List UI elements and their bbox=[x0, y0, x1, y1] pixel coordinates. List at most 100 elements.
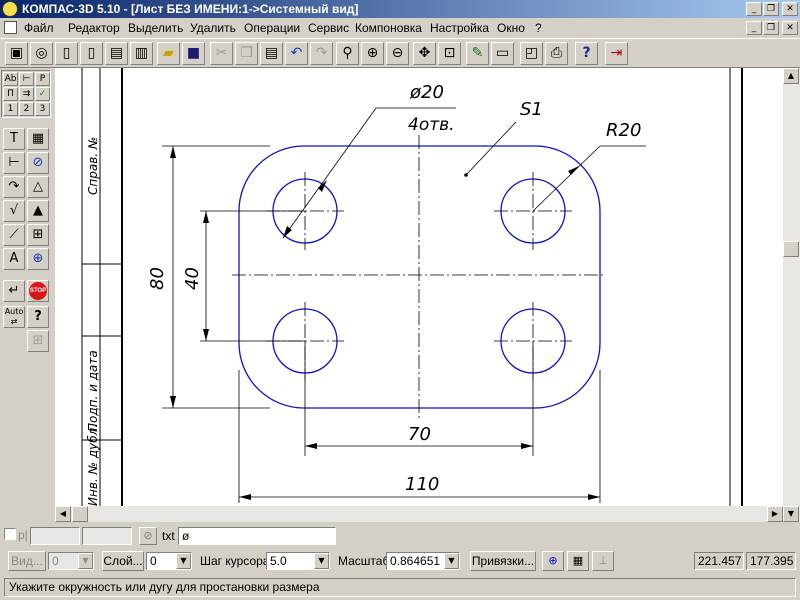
palette-tab-pi[interactable]: П bbox=[3, 87, 18, 101]
redo-icon[interactable]: ↷ bbox=[310, 42, 333, 65]
pan-icon[interactable]: ✥ bbox=[413, 42, 436, 65]
scroll-left-icon[interactable]: ◀ bbox=[55, 506, 71, 522]
doc-minimize-button[interactable]: _ bbox=[746, 21, 762, 35]
linear-dim-icon[interactable]: ⊢ bbox=[3, 152, 25, 174]
save-icon[interactable]: ■ bbox=[182, 42, 205, 65]
zoom-in-icon[interactable]: ⊕ bbox=[361, 42, 384, 65]
menu-settings[interactable]: Настройка bbox=[430, 21, 489, 35]
menu-window[interactable]: Окно bbox=[497, 21, 525, 35]
table-tool-icon[interactable]: ▦ bbox=[27, 128, 49, 150]
new-document-icon[interactable]: ▯ bbox=[55, 42, 78, 65]
help-icon[interactable]: ? bbox=[575, 42, 598, 65]
menu-operations[interactable]: Операции bbox=[244, 21, 300, 35]
document-menu-icon[interactable] bbox=[4, 21, 17, 34]
view-dropdown-icon[interactable]: ▼ bbox=[78, 553, 93, 569]
palette-tab-text[interactable]: Ab bbox=[3, 72, 18, 86]
layers-icon[interactable]: ▭ bbox=[491, 42, 514, 65]
minimize-button[interactable]: _ bbox=[746, 2, 762, 16]
grid-icon[interactable]: ▦ bbox=[567, 551, 589, 571]
new-text-icon[interactable]: ▯ bbox=[80, 42, 103, 65]
menu-edit[interactable]: Редактор bbox=[68, 21, 120, 35]
snaps-button[interactable]: Привязки... bbox=[470, 551, 536, 571]
menu-service[interactable]: Сервис bbox=[308, 21, 349, 35]
menu-layout[interactable]: Компоновка bbox=[355, 21, 422, 35]
cut-icon[interactable]: ✂ bbox=[210, 42, 233, 65]
context-help-icon[interactable]: ? bbox=[27, 306, 49, 328]
layer-dropdown-icon[interactable]: ▼ bbox=[176, 553, 191, 569]
palette-tab-dimensions-icon[interactable]: ⊢ bbox=[19, 72, 34, 86]
horizontal-scroll-thumb[interactable] bbox=[72, 506, 88, 522]
drawing-area[interactable]: Справ. № Подп. и дата Инв. № дубл. ø20 4… bbox=[55, 68, 783, 506]
palette-tab-3[interactable]: 3 bbox=[35, 102, 50, 116]
new-spec-icon[interactable]: ▥ bbox=[130, 42, 153, 65]
close-button[interactable]: ✕ bbox=[782, 2, 798, 16]
palette-tab-p[interactable]: P bbox=[35, 72, 50, 86]
print-preview-icon[interactable]: ◰ bbox=[520, 42, 543, 65]
zoom-window-icon[interactable]: ⚲ bbox=[336, 42, 359, 65]
ortho-mode-icon[interactable]: ⊕ bbox=[542, 551, 564, 571]
menu-delete[interactable]: Удалить bbox=[190, 21, 236, 35]
vertical-scrollbar[interactable]: ▲ ▼ bbox=[783, 68, 800, 522]
dim-label-holes: 4отв. bbox=[408, 115, 455, 135]
view-button[interactable]: Вид... bbox=[8, 551, 46, 571]
text-tool-icon[interactable]: T bbox=[3, 128, 25, 150]
tolerance-icon[interactable]: ⊞ bbox=[27, 224, 49, 246]
exit-icon[interactable]: ⇥ bbox=[605, 42, 628, 65]
main-toolbar: ▣ ◎ ▯ ▯ ▤ ▥ ▰ ■ ✂ ❐ ▤ ↶ ↷ ⚲ ⊕ ⊖ ✥ ⊡ ✎ ▭ … bbox=[0, 38, 800, 68]
palette-tab-2[interactable]: 2 bbox=[19, 102, 34, 116]
scroll-right-icon[interactable]: ▶ bbox=[767, 506, 783, 522]
status-bar: Укажите окружность или дугу для простано… bbox=[0, 576, 800, 600]
zoom-all-icon[interactable]: ⊡ bbox=[438, 42, 461, 65]
palette-tab-1[interactable]: 1 bbox=[3, 102, 18, 116]
leader-icon[interactable]: ⟋ bbox=[3, 224, 25, 246]
auto-create-icon[interactable]: Auto ⇄ bbox=[3, 306, 25, 328]
menu-help[interactable]: ? bbox=[535, 21, 542, 35]
scale-dropdown-icon[interactable]: ▼ bbox=[444, 553, 459, 569]
open-icon[interactable]: ▰ bbox=[157, 42, 180, 65]
doc-close-button[interactable]: ✕ bbox=[782, 21, 798, 35]
new-text-doc-icon[interactable]: ▤ bbox=[105, 42, 128, 65]
vertical-scroll-thumb[interactable] bbox=[783, 241, 799, 257]
radial-dim-icon[interactable]: ↷ bbox=[3, 176, 25, 198]
copy-icon[interactable]: ❐ bbox=[235, 42, 258, 65]
horizontal-scrollbar[interactable]: ◀ ▶ bbox=[55, 506, 783, 522]
angular-dim-icon[interactable]: △ bbox=[27, 176, 49, 198]
restore-button[interactable]: ❐ bbox=[763, 2, 779, 16]
label-tool-icon[interactable]: A bbox=[3, 248, 25, 270]
new-sheet-icon[interactable]: ▣ bbox=[5, 42, 28, 65]
palette-tab-check-icon[interactable]: ✓ bbox=[35, 87, 50, 101]
menu-file[interactable]: Файл bbox=[24, 21, 54, 35]
refresh-icon[interactable]: ✎ bbox=[466, 42, 489, 65]
status-hint: Укажите окружность или дугу для простано… bbox=[4, 578, 796, 597]
stamp-label-sprav: Справ. № bbox=[86, 137, 100, 195]
menu-select[interactable]: Выделить bbox=[128, 21, 183, 35]
scroll-down-icon[interactable]: ▼ bbox=[783, 506, 799, 522]
local-cs-icon[interactable]: ⊥ bbox=[592, 551, 614, 571]
point-field[interactable] bbox=[30, 527, 80, 545]
base-symbol-icon[interactable]: ▲ bbox=[27, 200, 49, 222]
scale-label: Масштаб bbox=[338, 554, 390, 568]
new-fragment-icon[interactable]: ◎ bbox=[30, 42, 53, 65]
enter-icon[interactable]: ↵ bbox=[3, 280, 25, 302]
doc-restore-button[interactable]: ❐ bbox=[763, 21, 779, 35]
zoom-out-icon[interactable]: ⊖ bbox=[386, 42, 409, 65]
dimension-lines bbox=[162, 107, 646, 503]
scroll-up-icon[interactable]: ▲ bbox=[783, 68, 799, 84]
layer-button[interactable]: Слой... bbox=[102, 551, 144, 571]
palette-tab-arrows-icon[interactable]: ⇉ bbox=[19, 87, 34, 101]
text-input[interactable]: ø bbox=[178, 527, 336, 545]
cursor-step-dropdown-icon[interactable]: ▼ bbox=[314, 553, 329, 569]
roughness-icon[interactable]: √ bbox=[3, 200, 25, 222]
point-field-2[interactable] bbox=[82, 527, 132, 545]
undo-icon[interactable]: ↶ bbox=[285, 42, 308, 65]
point-checkbox[interactable] bbox=[4, 528, 16, 540]
diameter-dim-icon[interactable]: ⊘ bbox=[27, 152, 49, 174]
diameter-toggle-icon[interactable]: ⊘ bbox=[139, 527, 157, 545]
menu-bar: Файл Редактор Выделить Удалить Операции … bbox=[0, 18, 800, 38]
paste-icon[interactable]: ▤ bbox=[260, 42, 283, 65]
stop-button[interactable]: STOP bbox=[27, 280, 49, 302]
disabled-grid-icon[interactable]: ⊞ bbox=[27, 330, 49, 352]
params-bar: Вид... 0 ▼ Слой... 0 ▼ Шаг курсора 5.0 ▼… bbox=[0, 549, 800, 574]
centermark-icon[interactable]: ⊕ bbox=[27, 248, 49, 270]
print-icon[interactable]: ⎙ bbox=[545, 42, 568, 65]
